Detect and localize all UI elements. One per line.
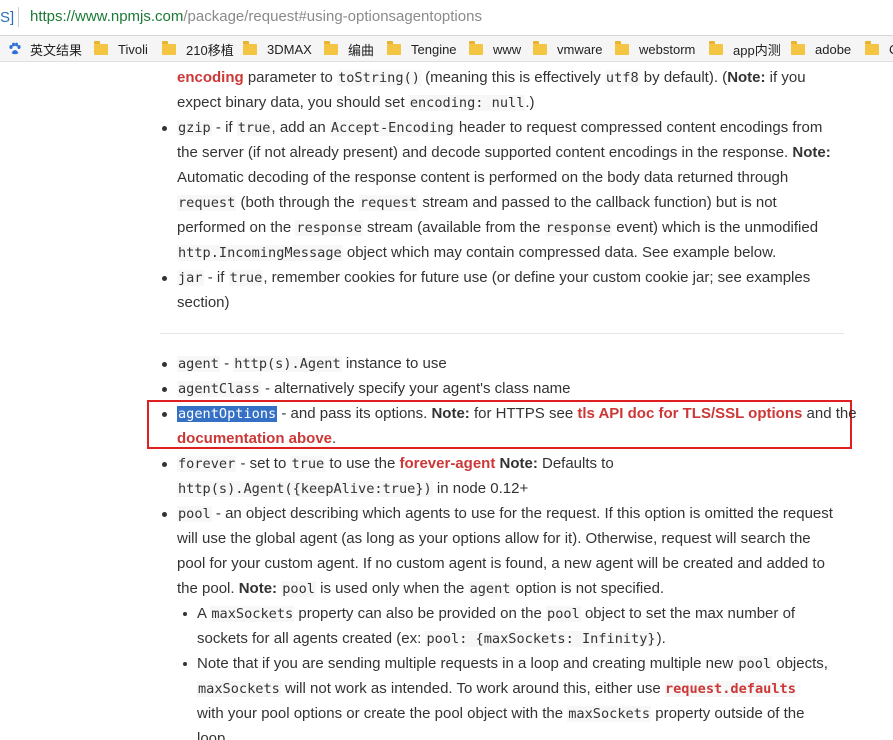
bullet xyxy=(162,412,167,417)
encoding-line-1: encoding parameter to toString() (meanin… xyxy=(177,69,806,86)
pool-line-4: the pool. Note: pool is used only when t… xyxy=(177,580,665,597)
forever-line-2: http(s).Agent({keepAlive:true}) in node … xyxy=(177,480,529,497)
bookmark-label: webstorm xyxy=(639,41,696,57)
bookmark-label: Tengine xyxy=(411,41,457,57)
bookmark-yingwenjieguo[interactable]: 英文结果 xyxy=(8,39,82,59)
pool-line-2: will use the global agent (as long as yo… xyxy=(177,530,811,547)
bookmark-label: 210移植 xyxy=(186,42,234,58)
bullet xyxy=(162,276,167,281)
folder-icon xyxy=(94,40,108,55)
gzip-line-2: the server (if not already present) and … xyxy=(177,144,831,161)
baidu-paw-icon xyxy=(9,42,21,55)
folder-icon xyxy=(387,40,401,55)
pool-sub1-line-1: A maxSockets property can also be provid… xyxy=(197,605,796,622)
folder-icon xyxy=(791,40,805,55)
bookmark-c[interactable]: C xyxy=(865,39,893,59)
pool-line-1: pool - an object describing which agents… xyxy=(177,505,833,522)
bookmark-label: vmware xyxy=(557,41,603,57)
bookmark-tivoli[interactable]: Tivoli xyxy=(94,39,148,59)
address-bar[interactable]: S] https://www.npmjs.com/package/request… xyxy=(0,0,893,36)
pool-sub2-line-3: with your pool options or create the poo… xyxy=(197,705,805,722)
bookmark-label: Tivoli xyxy=(118,41,148,57)
pool-sub2-line-2: maxSockets will not work as intended. To… xyxy=(197,680,796,697)
gzip-line-4: request (both through the request stream… xyxy=(177,194,777,211)
bookmark-app[interactable]: app内测 xyxy=(709,39,781,59)
folder-icon xyxy=(162,40,176,55)
bullet xyxy=(162,462,167,467)
jar-line-1: jar - if true, remember cookies for futu… xyxy=(177,269,811,286)
pool-sub2-line-1: Note that if you are sending multiple re… xyxy=(197,655,828,672)
bookmark-www[interactable]: www xyxy=(469,39,521,59)
url-base: https://www.npmjs.com xyxy=(30,8,184,25)
encoding-line-2: expect binary data, you should set encod… xyxy=(177,94,535,111)
bookmark-bianqu[interactable]: 编曲 xyxy=(324,39,374,59)
bookmark-vmware[interactable]: vmware xyxy=(533,39,603,59)
bullet xyxy=(162,362,167,367)
agent-item: agent - http(s).Agent instance to use xyxy=(177,355,447,372)
bookmark-tengine[interactable]: Tengine xyxy=(387,39,457,59)
sub-bullet xyxy=(183,612,187,616)
agentoptions-line-2: documentation above. xyxy=(177,430,337,447)
address-separator xyxy=(18,7,19,27)
bookmark-3dmax[interactable]: 3DMAX xyxy=(243,39,312,59)
url-text[interactable]: https://www.npmjs.com/package/request#us… xyxy=(30,8,482,25)
bullet xyxy=(162,512,167,517)
folder-icon xyxy=(243,40,257,55)
tls-api-doc-link[interactable]: tls API doc for TLS/SSL options xyxy=(577,405,802,422)
bookmark-label: app内测 xyxy=(733,42,781,58)
bullet xyxy=(162,126,167,131)
gzip-line-6: http.IncomingMessage object which may co… xyxy=(177,244,777,261)
folder-icon xyxy=(615,40,629,55)
agentoptions-line-1: agentOptions - and pass its options. Not… xyxy=(177,405,857,422)
bookmark-label: 编曲 xyxy=(348,42,375,58)
bookmark-adobe[interactable]: adobe xyxy=(791,39,851,59)
request-defaults-link[interactable]: request.defaults xyxy=(664,681,796,697)
documentation-above-link[interactable]: documentation above xyxy=(177,430,332,447)
folder-icon xyxy=(469,40,483,55)
readme-content: encoding parameter to toString() (meanin… xyxy=(0,62,893,740)
pool-line-3: pool for your custom agent. If no custom… xyxy=(177,555,825,572)
folder-icon xyxy=(709,40,723,55)
section-divider xyxy=(160,333,844,334)
jar-line-2: section) xyxy=(177,294,230,311)
forever-line-1: forever - set to true to use the forever… xyxy=(177,455,614,472)
pool-sub2-line-4: loop. xyxy=(197,730,230,740)
gzip-line-5: performed on the response stream (availa… xyxy=(177,219,819,236)
url-path: /package/request#using-optionsagentoptio… xyxy=(183,8,482,25)
bookmarks-bar: 英文结果 Tivoli 210移植 3DMAX 编曲 Tengine www v… xyxy=(0,36,893,62)
gzip-line-1: gzip - if true, add an Accept-Encoding h… xyxy=(177,119,823,136)
folder-icon xyxy=(324,40,338,55)
bookmark-label: 英文结果 xyxy=(30,42,83,58)
bookmark-label: adobe xyxy=(815,41,852,57)
encoding-link[interactable]: encoding xyxy=(177,69,244,86)
folder-icon xyxy=(533,40,547,55)
gzip-line-3: Automatic decoding of the response conte… xyxy=(177,169,789,186)
sub-bullet xyxy=(183,662,187,666)
folder-icon xyxy=(865,40,879,55)
forever-agent-link[interactable]: forever-agent xyxy=(399,455,495,472)
pool-sub1-line-2: sockets for all agents created (ex: pool… xyxy=(197,630,666,647)
bookmark-label: 3DMAX xyxy=(267,41,312,57)
selected-agentoptions-text[interactable]: agentOptions xyxy=(177,406,278,422)
bookmark-label: C xyxy=(889,42,893,57)
agentclass-item: agentClass - alternatively specify your … xyxy=(177,380,571,397)
bullet xyxy=(162,387,167,392)
bookmark-210[interactable]: 210移植 xyxy=(162,39,234,59)
tab-fragment: S] xyxy=(0,9,15,26)
bookmark-webstorm[interactable]: webstorm xyxy=(615,39,695,59)
bookmark-label: www xyxy=(493,41,522,57)
